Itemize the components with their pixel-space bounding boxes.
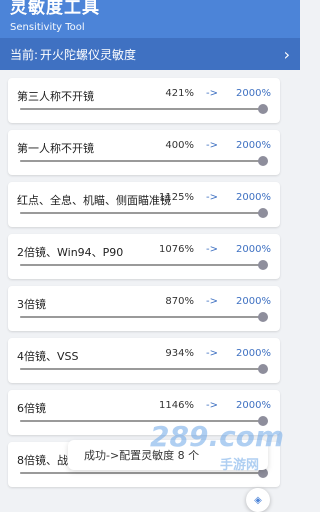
item-name: 6倍镜 [17, 402, 46, 415]
current-label: 当前: [10, 47, 39, 62]
slider-thumb[interactable] [258, 312, 269, 322]
sensitivity-item: 红点、全息、机瞄、侧面瞄准镜 1125% -> 2000% [8, 182, 280, 227]
item-slider[interactable] [20, 312, 269, 322]
chevron-right-icon[interactable]: › [284, 45, 290, 64]
item-slider[interactable] [20, 104, 269, 114]
item-target-value: 2000% [236, 192, 271, 203]
watermark-subtext: 手游网 [220, 458, 260, 473]
item-arrow: -> [206, 244, 218, 255]
sensitivity-item: 2倍镜、Win94、P90 1076% -> 2000% [8, 234, 280, 279]
item-current-value: 934% [165, 348, 194, 359]
item-current-value: 400% [165, 140, 194, 151]
item-slider[interactable] [20, 260, 269, 270]
item-name: 红点、全息、机瞄、侧面瞄准镜 [17, 194, 171, 207]
item-current-value: 870% [165, 296, 194, 307]
item-target-value: 2000% [236, 88, 271, 99]
slider-thumb[interactable] [258, 260, 269, 270]
app-subtitle: Sensitivity Tool [10, 22, 85, 33]
slider-fill [20, 212, 264, 214]
item-arrow: -> [206, 400, 218, 411]
item-arrow: -> [206, 348, 218, 359]
item-current-value: 1125% [159, 192, 194, 203]
item-arrow: -> [206, 192, 218, 203]
slider-fill [20, 160, 264, 162]
slider-thumb[interactable] [258, 104, 269, 114]
item-name: 第三人称不开镜 [17, 90, 94, 103]
slider-thumb[interactable] [258, 156, 269, 166]
item-name: 第一人称不开镜 [17, 142, 94, 155]
item-target-value: 2000% [236, 244, 271, 255]
item-slider[interactable] [20, 364, 269, 374]
item-current-value: 1076% [159, 244, 194, 255]
item-target-value: 2000% [236, 400, 271, 411]
item-current-value: 1146% [159, 400, 194, 411]
slider-thumb[interactable] [258, 208, 269, 218]
current-mode-selector[interactable]: 当前: 开火陀螺仪灵敏度 › [0, 38, 300, 70]
slider-thumb[interactable] [258, 364, 269, 374]
item-arrow: -> [206, 296, 218, 307]
item-name: 3倍镜 [17, 298, 46, 311]
slider-fill [20, 368, 264, 370]
site-watermark: 289.com 手游网 [150, 420, 290, 475]
app-title: 灵敏度工具 [10, 0, 100, 18]
item-arrow: -> [206, 140, 218, 151]
layers-icon[interactable]: ◈ [246, 488, 270, 512]
item-target-value: 2000% [236, 140, 271, 151]
current-value: 开火陀螺仪灵敏度 [40, 47, 137, 62]
sensitivity-item: 第一人称不开镜 400% -> 2000% [8, 130, 280, 175]
slider-fill [20, 108, 264, 110]
item-target-value: 2000% [236, 296, 271, 307]
watermark-logo: 289.com [150, 420, 285, 453]
item-slider[interactable] [20, 208, 269, 218]
app-header: 灵敏度工具 Sensitivity Tool [0, 0, 300, 38]
item-name: 4倍镜、VSS [17, 350, 79, 363]
item-slider[interactable] [20, 156, 269, 166]
slider-fill [20, 264, 264, 266]
sensitivity-item: 3倍镜 870% -> 2000% [8, 286, 280, 331]
item-target-value: 2000% [236, 348, 271, 359]
item-current-value: 421% [165, 88, 194, 99]
item-name: 2倍镜、Win94、P90 [17, 246, 124, 259]
sensitivity-item: 第三人称不开镜 421% -> 2000% [8, 78, 280, 123]
slider-fill [20, 316, 264, 318]
sensitivity-item: 4倍镜、VSS 934% -> 2000% [8, 338, 280, 383]
item-arrow: -> [206, 88, 218, 99]
